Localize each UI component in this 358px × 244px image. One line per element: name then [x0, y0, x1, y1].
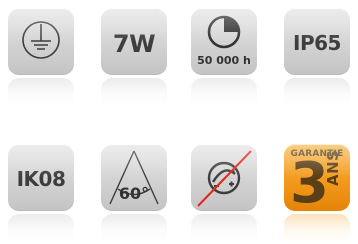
tile-reflection — [284, 78, 350, 108]
tile-reflection — [101, 214, 167, 244]
dimmer-crossed-icon — [197, 150, 252, 207]
tile-reflection — [191, 78, 257, 108]
lifetime-label: 50 000 h — [197, 54, 251, 67]
tile-reflection — [8, 214, 74, 244]
no-dimmer-tile — [191, 144, 257, 211]
warranty-unit: ANS — [324, 149, 342, 186]
ip-rating-tile: IP65 — [284, 8, 350, 75]
beam-angle-label: 60° — [118, 184, 150, 203]
warranty-tile: GARANTIE 3 ANS — [284, 144, 350, 211]
lifetime-tile: 50 000 h — [191, 8, 257, 75]
earth-ground-icon — [22, 21, 60, 59]
impact-rating-label: IK08 — [16, 167, 66, 191]
impact-rating-tile: IK08 — [8, 144, 74, 211]
beam-angle-tile: 60° — [101, 144, 167, 211]
power-label: 7W — [112, 30, 156, 58]
tile-reflection — [8, 78, 74, 108]
tile-reflection — [191, 214, 257, 244]
tile-reflection — [284, 214, 350, 244]
ip-rating-label: IP65 — [293, 31, 341, 55]
earth-ground-tile — [8, 8, 74, 75]
power-tile: 7W — [101, 8, 167, 75]
tile-reflection — [101, 78, 167, 108]
